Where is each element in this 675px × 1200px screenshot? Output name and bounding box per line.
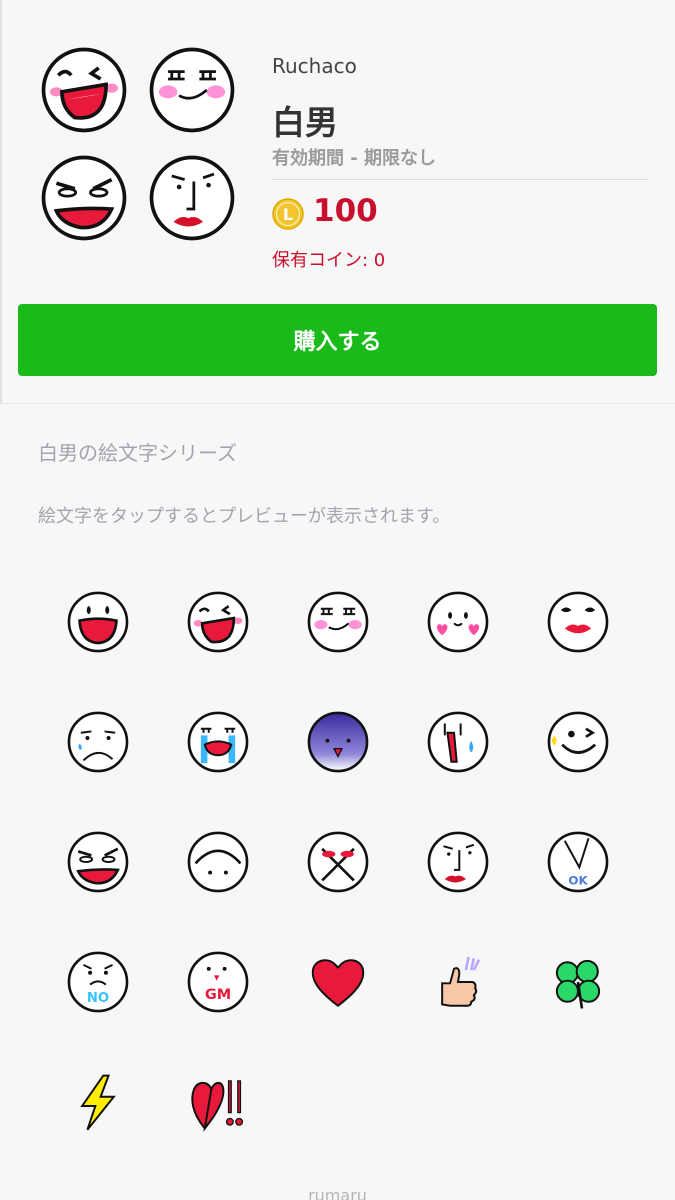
footer-text: rumaru — [308, 1186, 367, 1200]
gm-badge: GM — [205, 987, 231, 1003]
cute-hearts-icon — [427, 591, 489, 653]
gm-face-icon: GM — [187, 951, 249, 1013]
emoji-crying[interactable] — [158, 682, 278, 802]
emoji-blushing[interactable] — [278, 562, 398, 682]
emoji-ok[interactable]: OK — [518, 802, 638, 922]
emoji-clover[interactable] — [518, 922, 638, 1042]
emoji-lips-face[interactable] — [398, 802, 518, 922]
emoji-laughing-wink[interactable] — [158, 562, 278, 682]
emoji-x-mark[interactable] — [278, 802, 398, 922]
preview-hint: 絵文字をタップするとプレビューが表示されます。 — [38, 506, 451, 527]
blushing-icon — [307, 591, 369, 653]
emoji-thumbs-up[interactable] — [398, 922, 518, 1042]
price: 100 — [313, 193, 378, 229]
main-thumbnails — [38, 44, 238, 244]
series-link[interactable]: 白男の絵文字シリーズ — [38, 437, 237, 466]
validity-period: 有効期間 - 期限なし — [272, 148, 437, 169]
clover-icon — [555, 959, 601, 1009]
x-mark-icon — [307, 831, 369, 893]
line-coin-icon: L — [272, 198, 304, 230]
smile-arc-icon — [187, 831, 249, 893]
coin-symbol: L — [283, 205, 293, 224]
emoji-lightning[interactable] — [38, 1042, 158, 1162]
emoji-smile-arc[interactable] — [158, 802, 278, 922]
surprised-sweat-icon — [427, 711, 489, 773]
ok-face-icon: OK — [547, 831, 609, 893]
divider — [272, 179, 648, 180]
emoji-heart-exclaim[interactable] — [158, 1042, 278, 1162]
sad-tear-icon — [67, 711, 129, 773]
emoji-smug[interactable] — [38, 802, 158, 922]
emoji-cute-hearts[interactable] — [398, 562, 518, 682]
emoji-no[interactable]: NO — [38, 922, 158, 1042]
author-name[interactable]: Ruchaco — [272, 54, 357, 78]
shocked-blue-icon — [307, 711, 369, 773]
owned-coins: 保有コイン: 0 — [272, 250, 386, 271]
ok-badge: OK — [568, 873, 588, 887]
emoji-open-mouth-laugh[interactable] — [38, 562, 158, 682]
emoji-heart[interactable] — [278, 922, 398, 1042]
crying-icon — [187, 711, 249, 773]
left-edge — [0, 0, 2, 404]
heart-exclamation-icon — [191, 1080, 244, 1132]
emoji-wink-sparkle[interactable] — [518, 682, 638, 802]
open-mouth-laugh-icon — [67, 591, 129, 653]
red-heart-icon — [311, 959, 365, 1007]
product-title: 白男 — [272, 103, 338, 142]
emoji-shocked-blue[interactable] — [278, 682, 398, 802]
laughing-wink-icon — [187, 591, 249, 653]
lightning-icon — [80, 1074, 116, 1131]
thumb-laughing-face-icon — [38, 44, 130, 136]
product-header: Ruchaco 白男 有効期間 - 期限なし L 100 保有コイン: 0 購入… — [0, 0, 675, 404]
thumbs-up-icon — [441, 956, 481, 1007]
thumb-lips-face-icon — [146, 152, 238, 244]
lips-face-icon — [427, 831, 489, 893]
emoji-gm[interactable]: GM — [158, 922, 278, 1042]
emoji-surprised-sweat[interactable] — [398, 682, 518, 802]
thumb-blushing-face-icon — [146, 44, 238, 136]
buy-button[interactable]: 購入する — [18, 304, 657, 376]
no-face-icon: NO — [67, 951, 129, 1013]
kiss-lips-icon — [547, 591, 609, 653]
wink-sparkle-icon — [547, 711, 609, 773]
thumb-smug-face-icon — [38, 152, 130, 244]
emoji-sad-tear[interactable] — [38, 682, 158, 802]
no-badge: NO — [87, 991, 109, 1006]
emoji-kiss-lips[interactable] — [518, 562, 638, 682]
smug-icon — [67, 831, 129, 893]
